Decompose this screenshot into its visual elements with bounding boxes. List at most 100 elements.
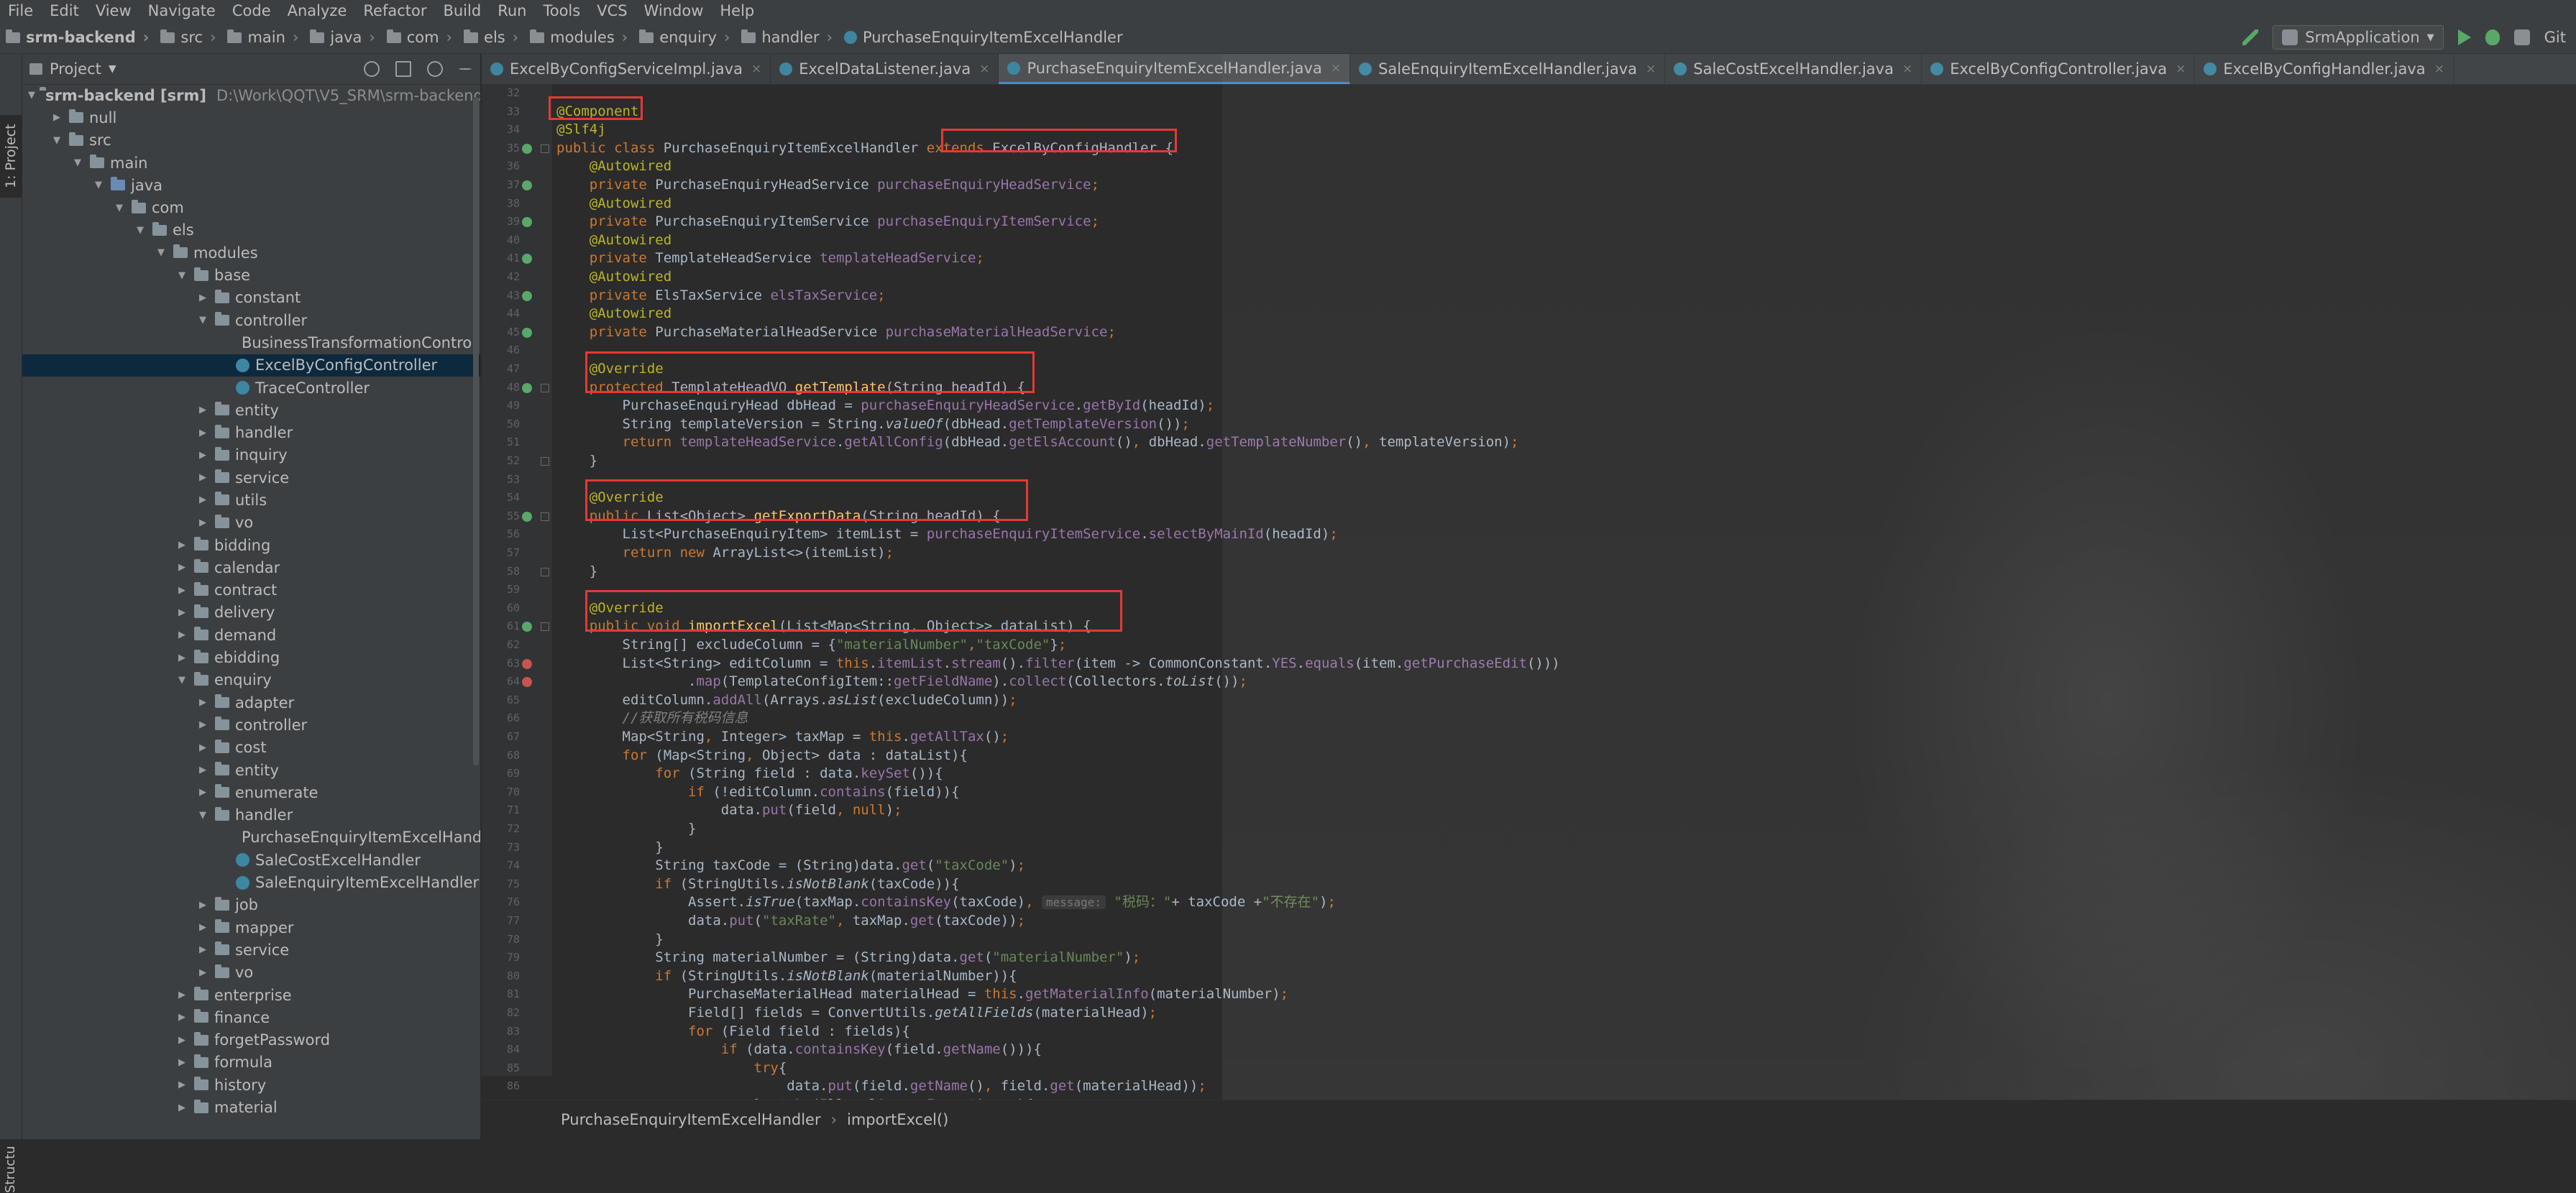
project-scrollbar[interactable]: [473, 97, 479, 765]
chevron-right-icon[interactable]: ▶: [174, 653, 190, 663]
chevron-right-icon[interactable]: ▶: [195, 494, 211, 505]
tree-item-com[interactable]: ▼ com: [22, 196, 480, 218]
tree-item-salecostexcelhandler[interactable]: SaleCostExcelHandler: [22, 849, 480, 871]
code-area[interactable]: @Component @Slf4j public class PurchaseEnq…: [552, 84, 2576, 1113]
chevron-right-icon[interactable]: ▶: [195, 944, 211, 955]
chevron-right-icon[interactable]: ▶: [195, 428, 211, 438]
menu-item-navigate[interactable]: Navigate: [140, 0, 224, 22]
menu-item-file[interactable]: File: [0, 0, 42, 22]
chevron-down-icon[interactable]: ▼: [111, 203, 127, 213]
chevron-down-icon[interactable]: ▼: [132, 225, 148, 236]
chevron-right-icon[interactable]: ▶: [49, 112, 65, 123]
tree-item-controller[interactable]: ▼ controller: [22, 309, 480, 331]
chevron-right-icon[interactable]: ▶: [174, 1102, 190, 1113]
tree-item-entity[interactable]: ▶ entity: [22, 759, 480, 781]
tree-item-saleenquiryitemexcelhandler[interactable]: SaleEnquiryItemExcelHandler: [22, 871, 480, 893]
breadcrumb-class[interactable]: PurchaseEnquiryItemExcelHandler: [561, 1111, 821, 1128]
tree-item-forgetpassword[interactable]: ▶ forgetPassword: [22, 1028, 480, 1051]
chevron-right-icon[interactable]: ▶: [195, 787, 211, 798]
fold-icon[interactable]: [541, 144, 549, 153]
chevron-right-icon[interactable]: ▶: [195, 697, 211, 708]
chevron-right-icon[interactable]: ▶: [195, 450, 211, 461]
tree-item-enumerate[interactable]: ▶ enumerate: [22, 781, 480, 803]
build-icon[interactable]: [2242, 29, 2259, 45]
implements-icon[interactable]: [522, 382, 532, 393]
close-icon[interactable]: ×: [1646, 62, 1656, 76]
breadcrumb-item[interactable]: PurchaseEnquiryItemExcelHandler: [838, 29, 1123, 46]
menu-item-code[interactable]: Code: [224, 0, 280, 22]
editor-tab[interactable]: ExcelDataListener.java ×: [771, 54, 999, 84]
chevron-down-icon[interactable]: ▼: [174, 270, 190, 281]
tree-item-service[interactable]: ▶ service: [22, 466, 480, 489]
tree-item-base[interactable]: ▼ base: [22, 264, 480, 286]
gear-icon[interactable]: [427, 61, 443, 77]
tree-item-service[interactable]: ▶ service: [22, 939, 480, 961]
implements-icon[interactable]: [522, 327, 532, 338]
editor-tab[interactable]: SaleEnquiryItemExcelHandler.java ×: [1350, 54, 1666, 84]
breadcrumb-item[interactable]: enquiry ›: [633, 29, 735, 46]
editor-tab[interactable]: ExcelByConfigHandler.java ×: [2195, 54, 2454, 84]
tree-item-cost[interactable]: ▶ cost: [22, 737, 480, 759]
implements-icon[interactable]: [522, 622, 532, 632]
collapse-all-icon[interactable]: [395, 61, 411, 77]
chevron-down-icon[interactable]: ▼: [195, 315, 211, 326]
breadcrumb-item[interactable]: srm-backend ›: [0, 29, 155, 46]
chevron-right-icon[interactable]: ▶: [174, 1035, 190, 1046]
chevron-right-icon[interactable]: ▶: [195, 742, 211, 753]
fold-icon[interactable]: [541, 383, 549, 392]
tree-item-vo[interactable]: ▶ vo: [22, 962, 480, 984]
menu-item-analyze[interactable]: Analyze: [280, 0, 356, 22]
close-icon[interactable]: ×: [2176, 62, 2186, 76]
menu-item-tools[interactable]: Tools: [535, 0, 589, 22]
run-icon[interactable]: [2457, 29, 2471, 45]
tree-item-null[interactable]: ▶ null: [22, 106, 480, 129]
tree-item-purchaseenquiryitemexcelhandler[interactable]: PurchaseEnquiryItemExcelHandler: [22, 826, 480, 849]
tree-item-tracecontroller[interactable]: TraceController: [22, 377, 480, 399]
chevron-right-icon[interactable]: ▶: [195, 293, 211, 303]
implements-icon[interactable]: [522, 511, 532, 522]
chevron-right-icon[interactable]: ▶: [195, 967, 211, 978]
tree-item-handler[interactable]: ▶ handler: [22, 421, 480, 443]
fold-icon[interactable]: [541, 567, 549, 576]
tree-item-enterprise[interactable]: ▶ enterprise: [22, 984, 480, 1006]
breadcrumb-method[interactable]: importExcel(): [847, 1111, 948, 1128]
chevron-right-icon[interactable]: ▶: [174, 562, 190, 573]
debug-icon[interactable]: [2485, 29, 2500, 45]
breadcrumb-item[interactable]: modules ›: [524, 29, 633, 46]
chevron-right-icon[interactable]: ▶: [195, 719, 211, 730]
chevron-down-icon[interactable]: ▼: [153, 247, 169, 258]
chevron-right-icon[interactable]: ▶: [195, 405, 211, 415]
chevron-down-icon[interactable]: ▼: [28, 90, 35, 101]
chevron-right-icon[interactable]: ▶: [174, 990, 190, 1000]
tree-item-modules[interactable]: ▼ modules: [22, 241, 480, 264]
tree-item-handler[interactable]: ▼ handler: [22, 804, 480, 826]
chevron-down-icon[interactable]: ▼: [49, 135, 65, 146]
tree-item-entity[interactable]: ▶ entity: [22, 399, 480, 421]
chevron-right-icon[interactable]: ▶: [174, 607, 190, 618]
tree-item-java[interactable]: ▼ java: [22, 174, 480, 196]
tree-item-ebidding[interactable]: ▶ ebidding: [22, 646, 480, 668]
menu-item-edit[interactable]: Edit: [42, 0, 88, 22]
breadcrumb-item[interactable]: main ›: [221, 29, 304, 46]
chevron-right-icon[interactable]: ▶: [195, 900, 211, 911]
chevron-down-icon[interactable]: ▼: [195, 810, 211, 821]
chevron-right-icon[interactable]: ▶: [174, 630, 190, 640]
chevron-right-icon[interactable]: ▶: [174, 585, 190, 596]
tree-item-main[interactable]: ▼ main: [22, 152, 480, 174]
close-icon[interactable]: ×: [1331, 61, 1341, 75]
tree-item-bidding[interactable]: ▶ bidding: [22, 534, 480, 556]
close-icon[interactable]: ×: [979, 62, 989, 76]
chevron-right-icon[interactable]: ▶: [195, 472, 211, 483]
breadcrumb-item[interactable]: com ›: [381, 29, 458, 46]
editor-tab[interactable]: ExcelByConfigServiceImpl.java ×: [482, 54, 771, 84]
menu-item-help[interactable]: Help: [712, 0, 763, 22]
tree-item-calendar[interactable]: ▶ calendar: [22, 556, 480, 579]
menu-item-vcs[interactable]: VCS: [589, 0, 636, 22]
tree-item-src[interactable]: ▼ src: [22, 129, 480, 152]
project-tool-tab[interactable]: 1: Project: [0, 115, 22, 198]
chevron-right-icon[interactable]: ▶: [174, 1079, 190, 1090]
tree-item-utils[interactable]: ▶ utils: [22, 489, 480, 511]
tree-item-history[interactable]: ▶ history: [22, 1074, 480, 1096]
implements-icon[interactable]: [522, 143, 532, 154]
menu-item-view[interactable]: View: [88, 0, 140, 22]
